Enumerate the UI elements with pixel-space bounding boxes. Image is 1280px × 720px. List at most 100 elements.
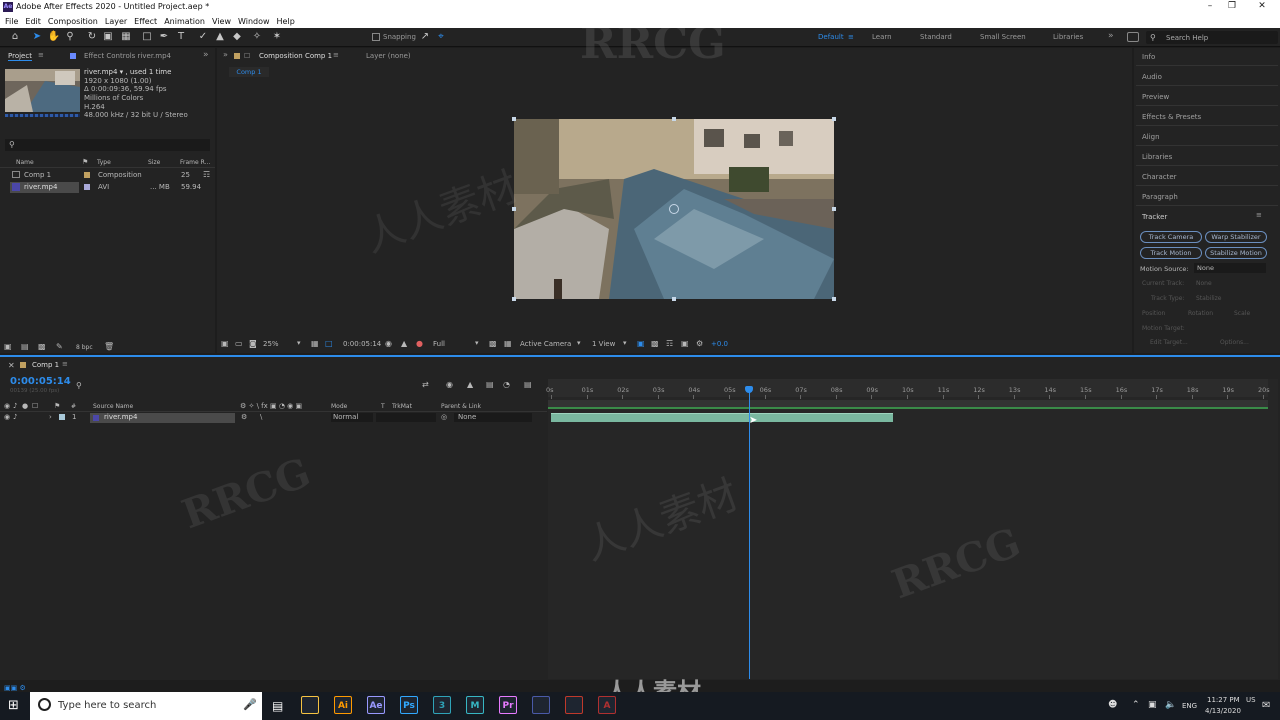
effect-controls-tab[interactable]: Effect Controls river.mp4	[84, 52, 171, 60]
search-icon[interactable]: ⚲	[76, 381, 82, 390]
chevron-up-icon[interactable]: ⌃	[1132, 700, 1140, 710]
camera-tool-icon[interactable]: ▣	[101, 30, 115, 44]
workspace-standard[interactable]: Standard	[920, 33, 952, 41]
label-color[interactable]	[59, 414, 65, 420]
menu-file[interactable]: File	[5, 15, 18, 28]
motion-source-select[interactable]: None	[1194, 263, 1266, 273]
interpret-footage-icon[interactable]: ▣	[4, 342, 12, 351]
menu-effect[interactable]: Effect	[134, 15, 157, 28]
mask-icon[interactable]: ◙	[249, 339, 257, 348]
monitor-icon[interactable]: ▭	[235, 339, 243, 348]
task-view-icon[interactable]: ▤	[272, 699, 283, 713]
roi-icon[interactable]: ▩	[489, 339, 497, 348]
tracker-menu-icon[interactable]: ≡	[1256, 211, 1262, 219]
workspace-libraries[interactable]: Libraries	[1053, 33, 1083, 41]
show-snapshot-icon[interactable]: ▲	[401, 339, 407, 348]
motion-blur-icon[interactable]: ◔	[503, 380, 510, 389]
fit-icon[interactable]: ▦	[311, 339, 319, 348]
flowchart-icon[interactable]: ☶	[203, 170, 210, 179]
taskbar-search-box[interactable]: Type here to search 🎤	[30, 692, 262, 720]
snapshot-icon[interactable]: ◉	[385, 339, 392, 348]
stabilize-motion-button[interactable]: Stabilize Motion	[1205, 247, 1267, 259]
menu-layer[interactable]: Layer	[105, 15, 127, 28]
windows-start-icon[interactable]: ⊞	[8, 699, 22, 713]
handle[interactable]	[672, 297, 676, 301]
viewer-timecode[interactable]: 0:00:05:14	[343, 340, 381, 348]
panel-effects-presets[interactable]: Effects & Presets	[1142, 113, 1201, 121]
comp-mini-flowchart-icon[interactable]: ⇄	[422, 380, 429, 389]
after-effects-icon[interactable]: Ae	[367, 696, 385, 714]
fast-preview-icon[interactable]: ▣	[681, 339, 689, 348]
parent-select[interactable]: None	[454, 413, 532, 422]
microphone-icon[interactable]: 🎤	[243, 698, 257, 711]
speaker-icon[interactable]: ♪	[13, 413, 17, 421]
eraser-tool-icon[interactable]: ◆	[230, 30, 244, 44]
handle[interactable]	[512, 117, 516, 121]
panel-character[interactable]: Character	[1142, 173, 1177, 181]
pen-tool-icon[interactable]: ✒	[157, 30, 171, 44]
rotation-checkbox[interactable]: Rotation	[1188, 310, 1213, 317]
edit-target-button[interactable]: Edit Target...	[1150, 339, 1188, 346]
maya-icon[interactable]: M	[466, 696, 484, 714]
graph-editor-icon[interactable]: ▤	[524, 380, 532, 389]
handle[interactable]	[512, 297, 516, 301]
table-row[interactable]: Comp 1 Composition 25 ☶	[0, 170, 215, 181]
selection-tool-icon[interactable]: ➤	[30, 30, 44, 44]
search-help-box[interactable]: ⚲ Search Help	[1146, 31, 1278, 44]
timeline-timecode[interactable]: 0:00:05:14	[10, 376, 71, 387]
always-preview-icon[interactable]: ▣	[221, 339, 229, 348]
panel-libraries[interactable]: Libraries	[1142, 153, 1172, 161]
track-motion-button[interactable]: Track Motion	[1140, 247, 1202, 259]
clock-date[interactable]: 4/13/2020	[1205, 707, 1241, 715]
col-source-name[interactable]: Source Name	[93, 403, 133, 410]
snap-option-icon[interactable]: ↗	[418, 30, 432, 44]
puppet-tool-icon[interactable]: ✶	[270, 30, 284, 44]
menu-edit[interactable]: Edit	[25, 15, 41, 28]
handle[interactable]	[672, 117, 676, 121]
pickwhip-icon[interactable]: ◎	[441, 413, 447, 421]
draft-3d-icon[interactable]: ◉	[446, 380, 453, 389]
app-red-icon[interactable]: A	[598, 696, 616, 714]
zoom-select[interactable]: 25%	[263, 340, 279, 348]
brush-tool-icon[interactable]: ✓	[196, 30, 210, 44]
layer-tab[interactable]: Layer (none)	[366, 52, 411, 60]
workspace-small-screen[interactable]: Small Screen	[980, 33, 1026, 41]
more-workspaces-icon[interactable]: »	[1108, 31, 1114, 41]
solo-icon[interactable]: ●	[22, 402, 28, 410]
panel-toggle-icon[interactable]	[1127, 32, 1139, 42]
timeline-tab[interactable]: Comp 1	[32, 361, 59, 369]
track-camera-button[interactable]: Track Camera	[1140, 231, 1202, 243]
toggle-pixel-icon[interactable]: ▣	[637, 339, 645, 348]
input-locale[interactable]: US	[1246, 696, 1256, 704]
3ds-icon[interactable]: 3	[433, 696, 451, 714]
resolution-select[interactable]: Full	[433, 340, 445, 348]
expand-arrow-icon[interactable]: ›	[49, 413, 52, 421]
gear-icon[interactable]: ⚙	[696, 339, 703, 348]
panel-paragraph[interactable]: Paragraph	[1142, 193, 1178, 201]
notifications-icon[interactable]: ✉	[1262, 700, 1270, 711]
volume-icon[interactable]: 🔈	[1165, 700, 1176, 710]
clone-stamp-tool-icon[interactable]: ▲	[213, 30, 227, 44]
composition-tab[interactable]: Composition Comp 1	[259, 52, 332, 60]
menu-composition[interactable]: Composition	[48, 15, 98, 28]
photoshop-icon[interactable]: Ps	[400, 696, 418, 714]
restore-icon[interactable]: ❐	[1222, 1, 1242, 13]
current-track-value[interactable]: None	[1196, 280, 1212, 287]
timeline-menu-icon[interactable]: ≡	[62, 360, 68, 368]
anchor-point-icon[interactable]	[669, 204, 679, 214]
color-channel-icon[interactable]: ●	[416, 339, 423, 348]
minimize-icon[interactable]: –	[1200, 1, 1220, 13]
position-checkbox[interactable]: Position	[1142, 310, 1165, 317]
illustrator-icon[interactable]: Ai	[334, 696, 352, 714]
pan-behind-tool-icon[interactable]: ▦	[119, 30, 133, 44]
region-icon[interactable]: □	[325, 339, 333, 348]
close-icon[interactable]: ✕	[8, 361, 15, 370]
menu-help[interactable]: Help	[277, 15, 295, 28]
menu-view[interactable]: View	[212, 15, 231, 28]
handle[interactable]	[832, 207, 836, 211]
new-composition-icon[interactable]: ▩	[38, 342, 46, 351]
lock-icon[interactable]: ☐	[244, 52, 250, 60]
people-icon[interactable]: ☻	[1108, 700, 1117, 710]
layer-row[interactable]: ◉ ♪ › 1 river.mp4 ⚙ \ Normal ◎ None	[0, 413, 547, 423]
transparency-grid-icon[interactable]: ▦	[504, 339, 512, 348]
